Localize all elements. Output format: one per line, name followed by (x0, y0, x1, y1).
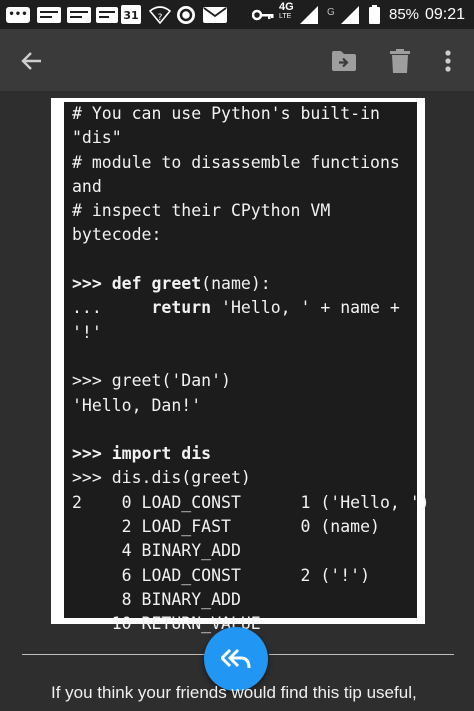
code-output: 4 BINARY_ADD (72, 541, 241, 561)
code-prompt: ... (72, 298, 152, 318)
divider (22, 654, 205, 655)
more-vert-icon (445, 50, 451, 72)
code-keyword: import (111, 444, 172, 464)
reply-all-icon (221, 648, 251, 669)
code-block: # You can use Python's built-in "dis" # … (64, 102, 430, 633)
message-notification-icon (37, 5, 61, 24)
tip-content: # You can use Python's built-in "dis" # … (0, 91, 474, 711)
code-line: '!' (72, 322, 102, 342)
code-prompt: >>> (72, 444, 112, 464)
vpn-key-icon (252, 5, 274, 24)
signal-letter: G (327, 7, 335, 18)
code-line: 'Hello, ' + name + (211, 298, 400, 318)
code-line: >>> dis.dis(greet) (72, 468, 251, 488)
back-arrow-icon (21, 52, 41, 70)
battery-icon (369, 5, 380, 24)
calendar-day: 31 (121, 5, 141, 24)
status-bar: ••• 31 ? 4G LTE G 85% 09:21 (0, 0, 474, 29)
move-to-folder-icon (332, 51, 356, 71)
code-line: and (72, 176, 102, 196)
code-output: 8 BINARY_ADD (72, 589, 241, 609)
sync-circle-icon (176, 5, 196, 24)
code-function-name: greet (151, 274, 202, 294)
code-line: (name): (201, 274, 271, 294)
mail-icon (203, 5, 227, 24)
code-output: 6 LOAD_CONST 2 ('!') (72, 565, 371, 585)
signal-icon (300, 5, 318, 24)
code-output: 'Hello, Dan!' (72, 395, 202, 415)
back-button[interactable] (15, 44, 49, 78)
code-line: # module to disassemble functions (72, 152, 400, 172)
code-line: # You can use Python's built-in (72, 104, 380, 123)
reply-all-button[interactable] (204, 627, 268, 691)
message-notification-icon (67, 5, 91, 24)
code-keyword: def (111, 274, 142, 294)
code-module-name: dis (181, 444, 212, 464)
svg-text:?: ? (158, 13, 163, 23)
code-output: 2 LOAD_FAST 0 (name) (72, 517, 380, 537)
more-options-button[interactable] (431, 44, 465, 78)
wifi-question-icon: ? (149, 5, 171, 24)
delete-button[interactable] (383, 44, 417, 78)
code-keyword: return (151, 298, 212, 318)
code-line: # inspect their CPython VM (72, 201, 331, 221)
code-output: 2 0 LOAD_CONST 1 ('Hello, ') (72, 492, 430, 512)
code-text: # You can use Python's built-in "dis" # … (64, 102, 430, 637)
chat-notification-icon: ••• (6, 5, 30, 24)
network-type-indicator: 4G LTE (279, 2, 294, 21)
code-line: bytecode: (72, 225, 162, 245)
message-notification-icon (96, 5, 118, 24)
signal-icon (341, 5, 359, 24)
app-bar (0, 29, 474, 92)
network-type: 4G (279, 1, 294, 13)
clock: 09:21 (425, 5, 466, 23)
code-prompt: >>> (72, 274, 112, 294)
battery-percent: 85% (389, 6, 420, 23)
code-line: "dis" (72, 128, 122, 148)
move-to-folder-button[interactable] (327, 44, 361, 78)
calendar-icon: 31 (121, 5, 141, 24)
code-card: # You can use Python's built-in "dis" # … (51, 98, 430, 633)
network-sub: LTE (279, 13, 292, 20)
code-line: >>> greet('Dan') (72, 371, 231, 391)
delete-icon (390, 49, 410, 73)
divider (269, 654, 454, 655)
share-prompt-text: If you think your friends would find thi… (51, 683, 417, 702)
